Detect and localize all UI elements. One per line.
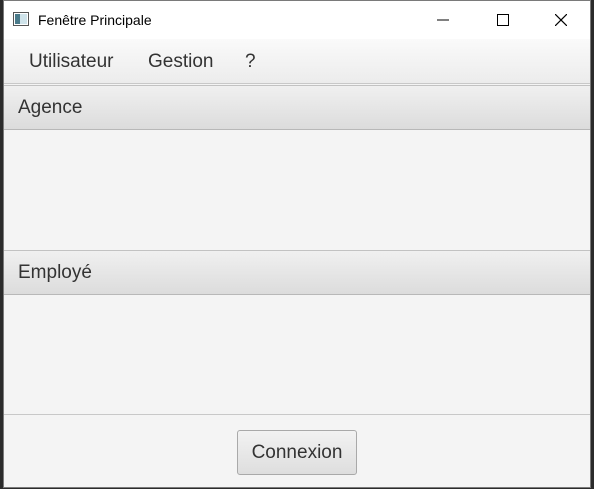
maximize-button[interactable]: [474, 1, 532, 39]
pane-title-employe: Employé: [18, 262, 92, 283]
connexion-button[interactable]: Connexion: [237, 430, 357, 475]
menu-help[interactable]: ?: [245, 51, 256, 73]
app-window-icon: [13, 12, 29, 26]
pane-header-agence[interactable]: Agence: [4, 85, 590, 130]
menu-bar: Utilisateur Gestion ?: [4, 39, 590, 84]
menu-utilisateur[interactable]: Utilisateur: [29, 51, 113, 73]
menu-gestion[interactable]: Gestion: [148, 51, 213, 73]
maximize-icon: [497, 14, 509, 26]
title-bar[interactable]: Fenêtre Principale: [4, 1, 590, 39]
pane-content-employe: [4, 295, 590, 414]
pane-title-agence: Agence: [18, 97, 83, 118]
footer-divider: [4, 414, 590, 415]
close-icon: [555, 14, 567, 26]
pane-header-employe[interactable]: Employé: [4, 250, 590, 295]
minimize-icon: [437, 19, 449, 21]
window-title: Fenêtre Principale: [38, 12, 152, 28]
main-window: Fenêtre Principale Utilisateur Gestion ?…: [3, 0, 591, 488]
minimize-button[interactable]: [414, 1, 472, 39]
pane-content-agence: [4, 130, 590, 250]
close-button[interactable]: [532, 1, 590, 39]
